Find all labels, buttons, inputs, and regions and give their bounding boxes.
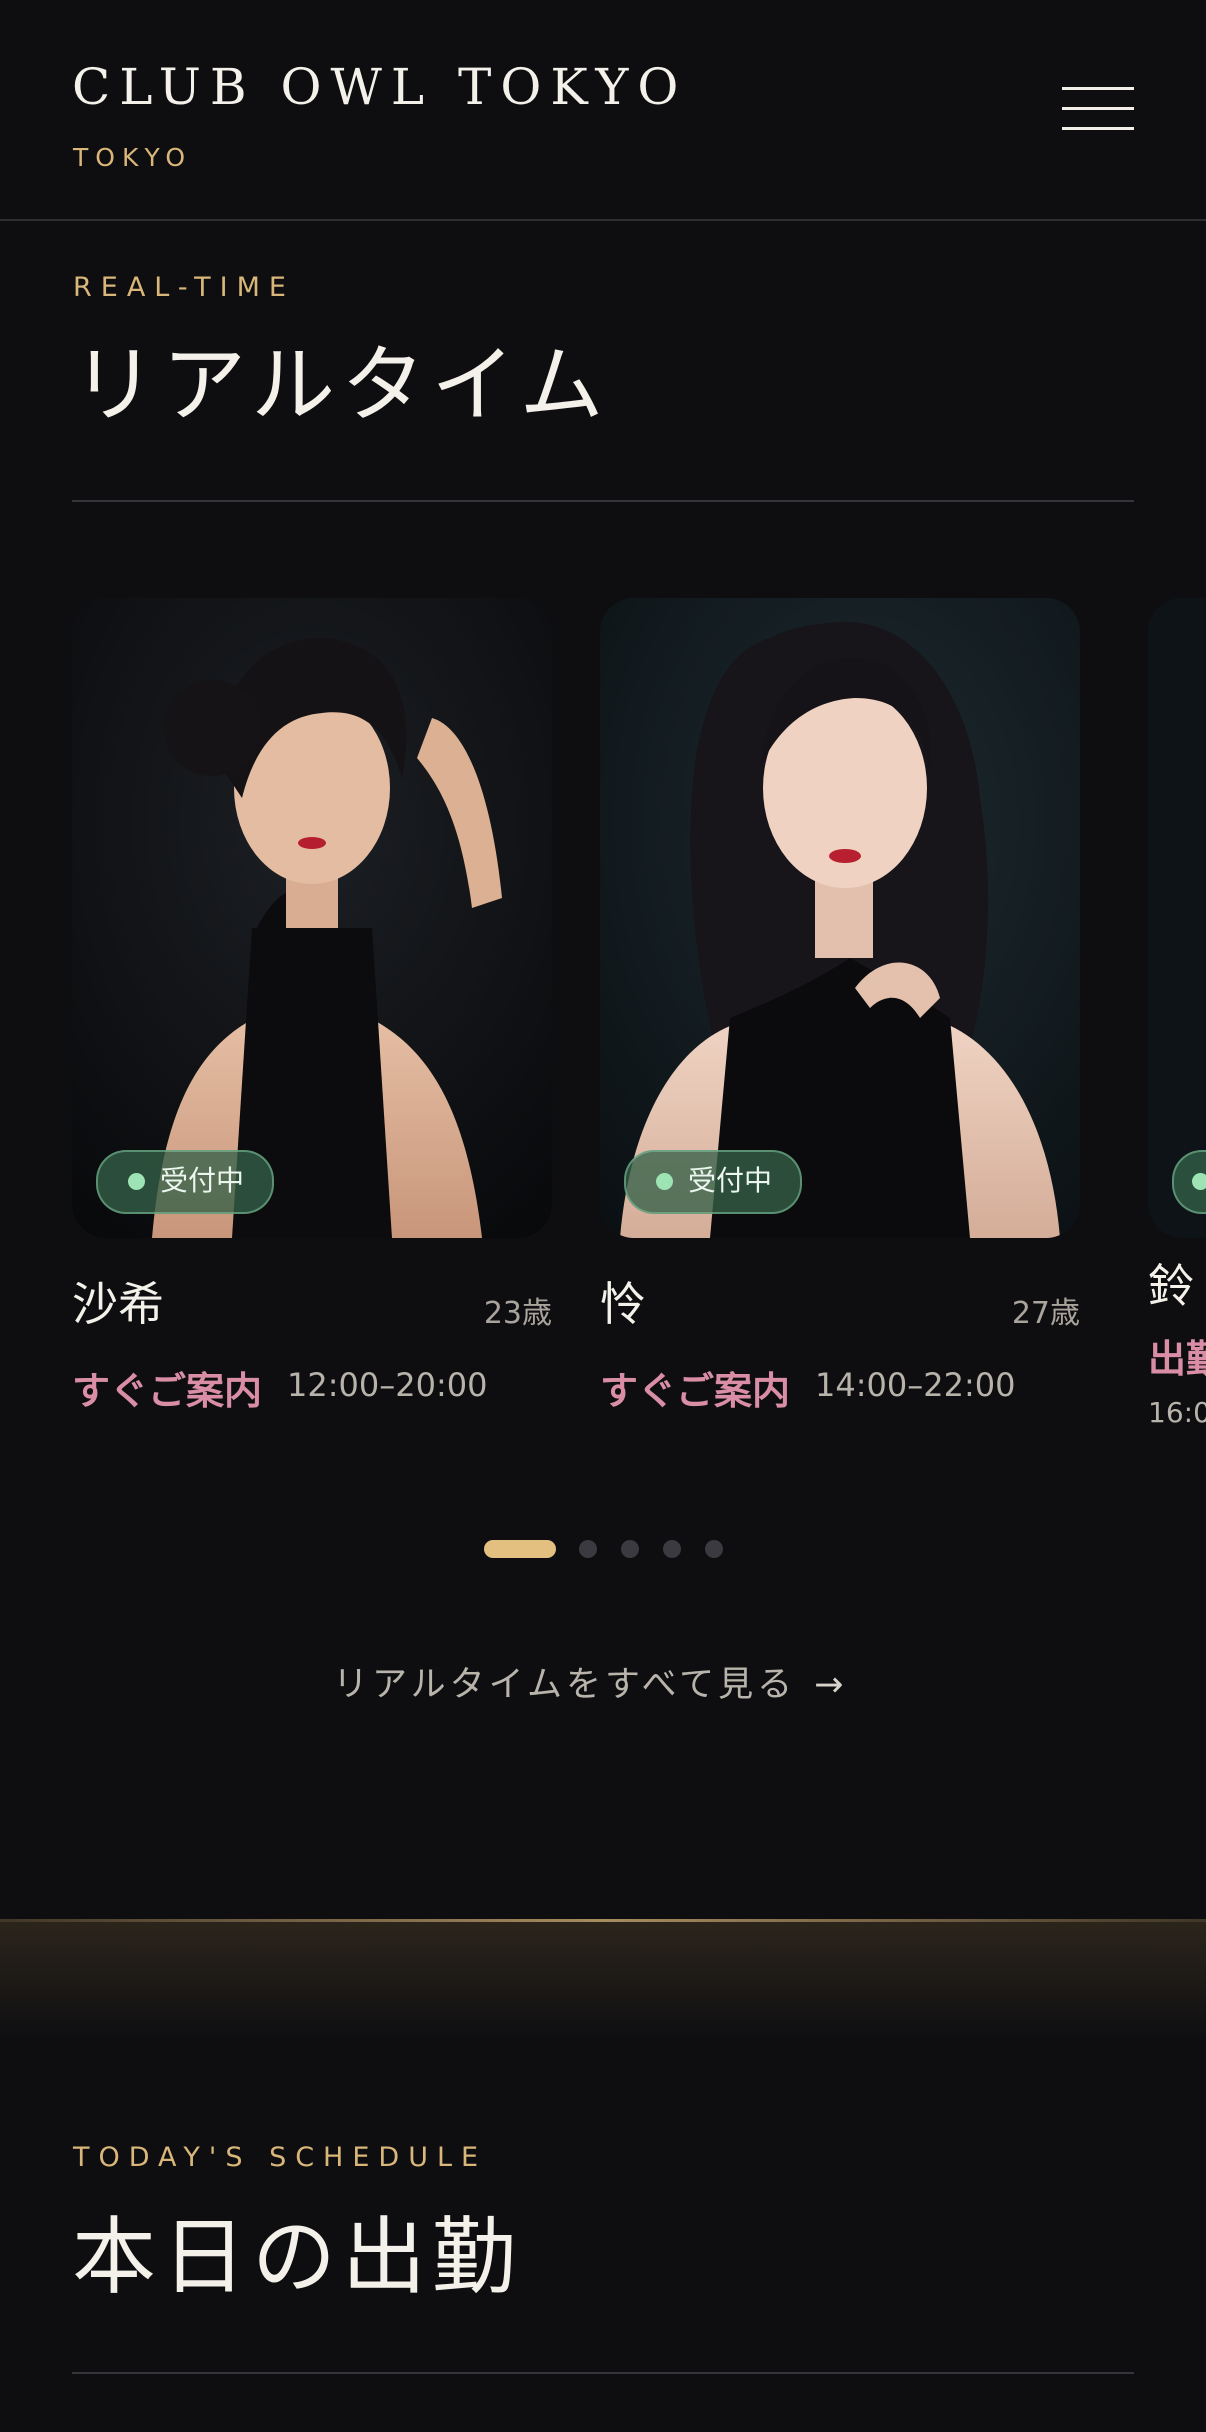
view-all-label: リアルタイムをすべて見る: [333, 1665, 797, 1705]
cast-name[interactable]: 怜: [600, 1268, 646, 1334]
pagination-dot[interactable]: [621, 1540, 639, 1558]
cast-availability: すぐご案内: [600, 1369, 791, 1413]
cast-card[interactable]: 受付中 怜 27歳 すぐご案内 14:00–22:00: [600, 598, 1080, 1413]
cast-name[interactable]: 鈴: [1148, 1250, 1194, 1316]
pagination-dot-active[interactable]: [484, 1540, 556, 1558]
arrow-right-icon: →: [814, 1665, 848, 1705]
view-all-realtime-link[interactable]: リアルタイムをすべて見る →: [333, 1656, 847, 1707]
site-header: CLUB OWL TOKYO TOKYO: [0, 0, 1206, 221]
cast-photo[interactable]: 受付中: [600, 598, 1080, 1238]
realtime-title: リアルタイム: [72, 336, 610, 434]
section-divider: [72, 2372, 1134, 2374]
pagination-dot[interactable]: [705, 1540, 723, 1558]
section-glow: [0, 1922, 1206, 2042]
status-badge: 受付中: [96, 1150, 275, 1214]
menu-line: [1062, 87, 1134, 90]
realtime-carousel[interactable]: 受付中 沙希 23歳 すぐご案内 12:00–20:00 受付中 怜 27歳 す…: [0, 598, 1206, 1438]
menu-line: [1062, 127, 1134, 130]
online-dot-icon: [128, 1173, 145, 1190]
realtime-eyebrow: REAL-TIME: [73, 272, 295, 303]
schedule-title: 本日の出勤: [72, 2208, 523, 2306]
cast-photo-image: [1148, 598, 1206, 1238]
cast-availability: すぐご案内: [72, 1369, 263, 1413]
status-badge-label: 受付中: [688, 1164, 773, 1197]
brand-title[interactable]: CLUB OWL TOKYO: [72, 58, 687, 116]
schedule-eyebrow: TODAY'S SCHEDULE: [73, 2142, 488, 2173]
online-dot-icon: [1192, 1173, 1206, 1190]
status-badge-label: 受付中: [160, 1164, 245, 1197]
cast-photo-image: [72, 598, 552, 1238]
cast-hours: 14:00–22:00: [815, 1366, 1016, 1404]
online-dot-icon: [656, 1173, 673, 1190]
cast-name[interactable]: 沙希: [72, 1268, 164, 1334]
menu-line: [1062, 107, 1134, 110]
cast-age: 23歳: [483, 1296, 552, 1331]
cast-age: 27歳: [1011, 1296, 1080, 1331]
status-badge: 受付中: [624, 1150, 803, 1214]
cast-hours: 12:00–20:00: [287, 1366, 488, 1404]
hamburger-menu-icon[interactable]: [1062, 84, 1134, 134]
section-divider: [72, 500, 1134, 502]
cast-photo-image: [600, 598, 1080, 1238]
pagination-dot[interactable]: [579, 1540, 597, 1558]
cast-card[interactable]: 鈴 出勤 16:0: [1148, 598, 1206, 1429]
cast-photo[interactable]: [1148, 598, 1206, 1238]
cast-photo[interactable]: 受付中: [72, 598, 552, 1238]
cast-availability: 出勤: [1148, 1337, 1206, 1381]
cast-hours: 16:0: [1148, 1396, 1206, 1429]
pagination-dot[interactable]: [663, 1540, 681, 1558]
cast-card[interactable]: 受付中 沙希 23歳 すぐご案内 12:00–20:00: [72, 598, 552, 1413]
brand-subtitle: TOKYO: [73, 143, 193, 172]
